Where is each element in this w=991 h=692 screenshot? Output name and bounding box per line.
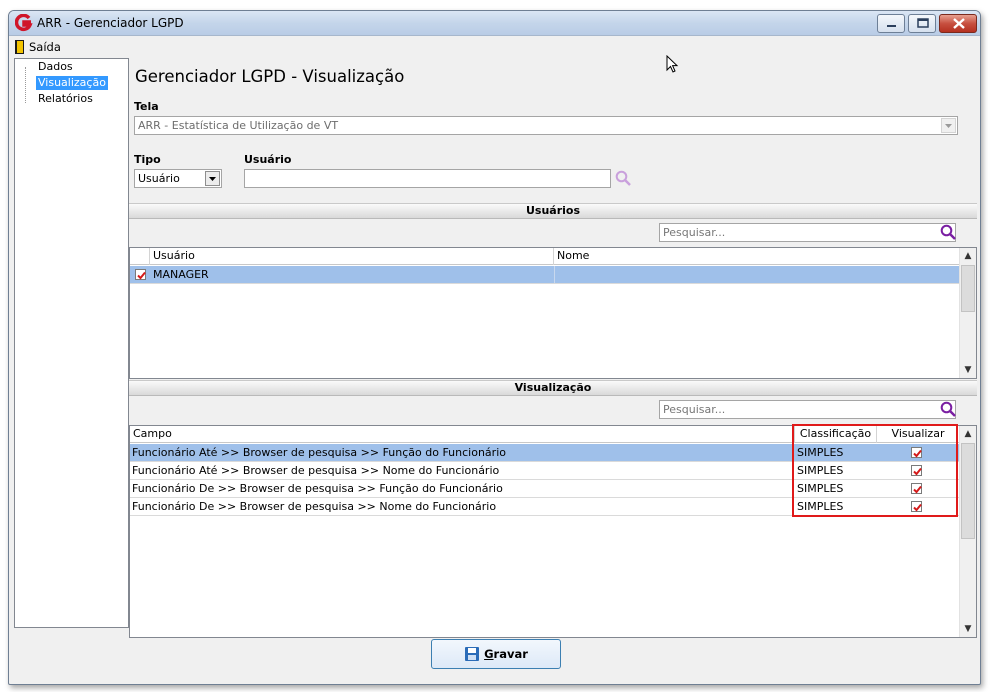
usuario-search-icon[interactable] [615,170,632,187]
usuarios-grid-header: Usuário Nome [130,248,959,265]
scroll-down-icon[interactable]: ▼ [960,362,976,378]
cell-campo: Funcionário Até >> Browser de pesquisa >… [132,446,506,459]
app-logo-icon [15,14,33,32]
table-row[interactable]: Funcionário Até >> Browser de pesquisa >… [130,462,959,480]
usuarios-section-header: Usuários [129,203,977,219]
exit-door-icon [15,40,24,54]
header-visualizar[interactable]: Visualizar [877,426,959,443]
table-row[interactable]: Funcionário De >> Browser de pesquisa >>… [130,498,959,516]
table-row[interactable]: Funcionário Até >> Browser de pesquisa >… [130,444,959,462]
header-classificacao[interactable]: Classificação [795,426,877,443]
save-button[interactable]: Gravar [431,639,561,669]
tree-item-dados[interactable]: Dados [36,60,75,74]
scroll-up-icon[interactable]: ▲ [960,248,976,264]
checkmark-icon [913,485,922,494]
visualizar-checkbox[interactable] [911,483,922,494]
cell-classificacao: SIMPLES [797,446,844,459]
scroll-thumb[interactable] [961,265,975,312]
row-checkbox[interactable] [135,269,146,280]
chevron-down-icon [209,177,216,181]
app-window: ARR - Gerenciador LGPD Saída Dados Visua… [8,10,981,685]
save-label: Gravar [484,647,528,661]
scroll-up-icon[interactable]: ▲ [960,426,976,442]
cell-campo: Funcionário De >> Browser de pesquisa >>… [132,500,497,513]
page-title: Gerenciador LGPD - Visualização [135,67,405,86]
visualizar-checkbox[interactable] [911,447,922,458]
cell-campo: Funcionário Até >> Browser de pesquisa >… [132,464,500,477]
title-bar: ARR - Gerenciador LGPD [9,11,980,36]
navigation-tree: Dados Visualização Relatórios [14,58,129,628]
tipo-dropdown-arrow[interactable] [205,171,220,186]
visualizacao-scrollbar[interactable]: ▲ ▼ [959,426,976,637]
exit-menu-item[interactable]: Saída [15,39,61,55]
tree-item-visualizacao[interactable]: Visualização [36,76,108,90]
tree-item-relatorios[interactable]: Relatórios [36,92,95,106]
mouse-cursor-icon [666,55,679,73]
chevron-down-icon [945,124,952,128]
cell-nome [554,266,959,283]
menu-bar: Saída [9,37,980,57]
header-usuario[interactable]: Usuário [150,248,554,265]
cell-usuario: MANAGER [153,268,209,281]
usuarios-scrollbar[interactable]: ▲ ▼ [959,248,976,378]
checkmark-icon [913,449,922,458]
usuarios-search-placeholder: Pesquisar... [663,226,726,239]
scroll-down-icon[interactable]: ▼ [960,621,976,637]
visualizar-checkbox[interactable] [911,465,922,476]
header-campo[interactable]: Campo [130,426,795,443]
tela-label: Tela [134,100,159,113]
floppy-disk-icon [465,647,480,661]
usuarios-search-icon[interactable] [940,224,957,241]
visualizacao-section-header: Visualização [129,380,977,396]
tela-dropdown-arrow[interactable] [941,118,956,133]
main-panel: Gerenciador LGPD - Visualização Tela ARR… [129,58,977,638]
usuarios-grid: Usuário Nome MANAGER ▲ ▼ [129,247,977,379]
visualizacao-search-icon[interactable] [940,401,957,418]
visualizar-checkbox[interactable] [911,501,922,512]
tela-select[interactable]: ARR - Estatística de Utilização de VT [134,116,958,135]
table-row[interactable]: MANAGER [130,266,959,284]
usuarios-search-input[interactable]: Pesquisar... [659,223,956,242]
tipo-value: Usuário [138,172,180,185]
visualizacao-grid: Campo Classificação Visualizar Funcionár… [129,425,977,638]
usuario-label: Usuário [244,153,292,166]
close-button[interactable] [939,14,977,33]
cell-campo: Funcionário De >> Browser de pesquisa >>… [132,482,503,495]
cell-classificacao: SIMPLES [797,500,844,513]
cell-classificacao: SIMPLES [797,482,844,495]
checkmark-icon [913,467,922,476]
header-check-column [130,248,150,265]
table-row[interactable]: Funcionário De >> Browser de pesquisa >>… [130,480,959,498]
visualizacao-grid-header: Campo Classificação Visualizar [130,426,959,443]
exit-label: Saída [29,40,61,54]
checkmark-icon [137,271,146,280]
tipo-label: Tipo [134,153,161,166]
visualizacao-search-placeholder: Pesquisar... [663,403,726,416]
maximize-button[interactable] [908,14,936,33]
checkmark-icon [913,503,922,512]
scroll-thumb[interactable] [961,443,975,539]
header-nome[interactable]: Nome [554,248,959,265]
minimize-button[interactable] [877,14,905,33]
window-title: ARR - Gerenciador LGPD [37,16,184,30]
tipo-select[interactable]: Usuário [134,169,222,188]
visualizacao-search-input[interactable]: Pesquisar... [659,400,956,419]
cell-classificacao: SIMPLES [797,464,844,477]
tela-value: ARR - Estatística de Utilização de VT [138,119,339,132]
tree-connector-lines [25,67,35,103]
usuario-input[interactable] [244,169,611,188]
